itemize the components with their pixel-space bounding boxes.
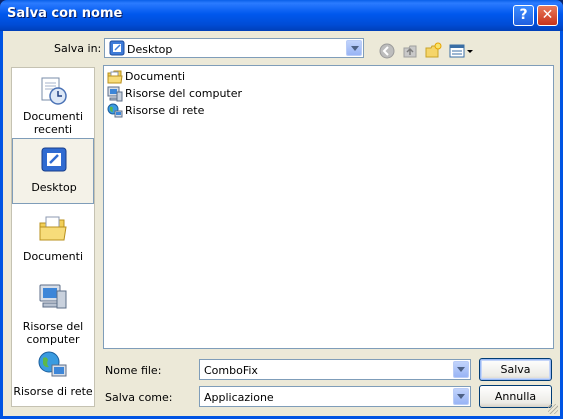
place-label: Documenti recenti (22, 110, 84, 136)
filetype-label: Salva come: (105, 391, 173, 404)
place-my-computer[interactable]: Risorse del computer (12, 276, 94, 346)
folder-icon (107, 70, 123, 84)
file-name: Risorse di rete (125, 104, 205, 117)
help-button[interactable]: ? (513, 5, 534, 26)
file-list[interactable]: Documenti Risorse del computer Risorse d… (103, 65, 554, 349)
close-button[interactable]: ✕ (537, 5, 558, 26)
desktop-small-icon (109, 40, 125, 56)
back-icon[interactable] (378, 42, 396, 60)
filename-input[interactable]: ComboFix (204, 364, 258, 377)
place-label: Risorse del computer (22, 320, 84, 346)
my-computer-icon (39, 284, 67, 309)
filetype-value: Applicazione (204, 391, 274, 404)
window-title: Salva con nome (7, 6, 123, 21)
title-bar[interactable]: Salva con nome ? ✕ (0, 0, 563, 31)
place-label: Documenti (22, 250, 84, 263)
chevron-down-icon[interactable] (453, 361, 469, 378)
place-label: Risorse di rete (13, 385, 93, 398)
computer-icon (107, 86, 123, 102)
window-frame: Salva in: Desktop Documenti recenti Desk… (0, 31, 563, 419)
places-bar: Documenti recenti Desktop Documenti Riso… (11, 67, 95, 407)
place-desktop[interactable]: Desktop (12, 138, 94, 204)
filename-label: Nome file: (105, 364, 162, 377)
filetype-combobox[interactable]: Applicazione (199, 386, 471, 407)
save-in-combobox[interactable]: Desktop (104, 38, 364, 58)
cancel-button[interactable]: Annulla (479, 385, 552, 408)
chevron-down-icon[interactable] (346, 40, 362, 56)
save-in-value: Desktop (127, 43, 173, 56)
resize-grip[interactable] (548, 404, 558, 414)
network-icon (107, 103, 123, 118)
file-name: Risorse del computer (125, 87, 243, 100)
views-menu-icon[interactable] (448, 42, 474, 60)
dialog-body: Salva in: Desktop Documenti recenti Desk… (3, 31, 560, 416)
save-as-dialog: Salva con nome ? ✕ Salva in: Desktop Doc… (0, 0, 563, 419)
documents-folder-icon (39, 216, 67, 241)
new-folder-icon[interactable] (424, 42, 442, 60)
place-documents[interactable]: Documenti (12, 208, 94, 274)
place-recent-documents[interactable]: Documenti recenti (12, 70, 94, 136)
filename-combobox[interactable]: ComboFix (199, 359, 471, 380)
save-button[interactable]: Salva (479, 358, 552, 381)
desktop-icon (41, 147, 67, 172)
recent-documents-icon (41, 77, 67, 105)
save-in-label: Salva in: (54, 42, 102, 55)
up-folder-icon[interactable] (401, 42, 419, 60)
network-places-icon (38, 351, 67, 377)
chevron-down-icon[interactable] (453, 388, 469, 405)
file-name: Documenti (125, 70, 186, 83)
place-label: Desktop (31, 181, 77, 194)
place-network[interactable]: Risorse di rete (12, 348, 94, 406)
